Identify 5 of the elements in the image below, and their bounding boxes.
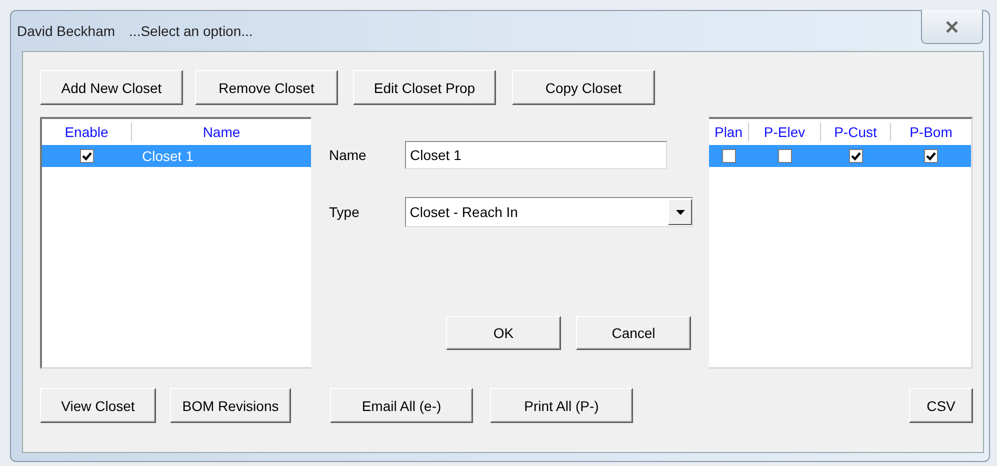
- window-title: David Beckham: [17, 23, 116, 39]
- field-label: Type: [329, 204, 360, 220]
- table-cell-text: Closet 1: [141, 148, 194, 164]
- field-label: Name: [329, 147, 368, 163]
- window-subtitle: ...Select an option...: [129, 23, 253, 39]
